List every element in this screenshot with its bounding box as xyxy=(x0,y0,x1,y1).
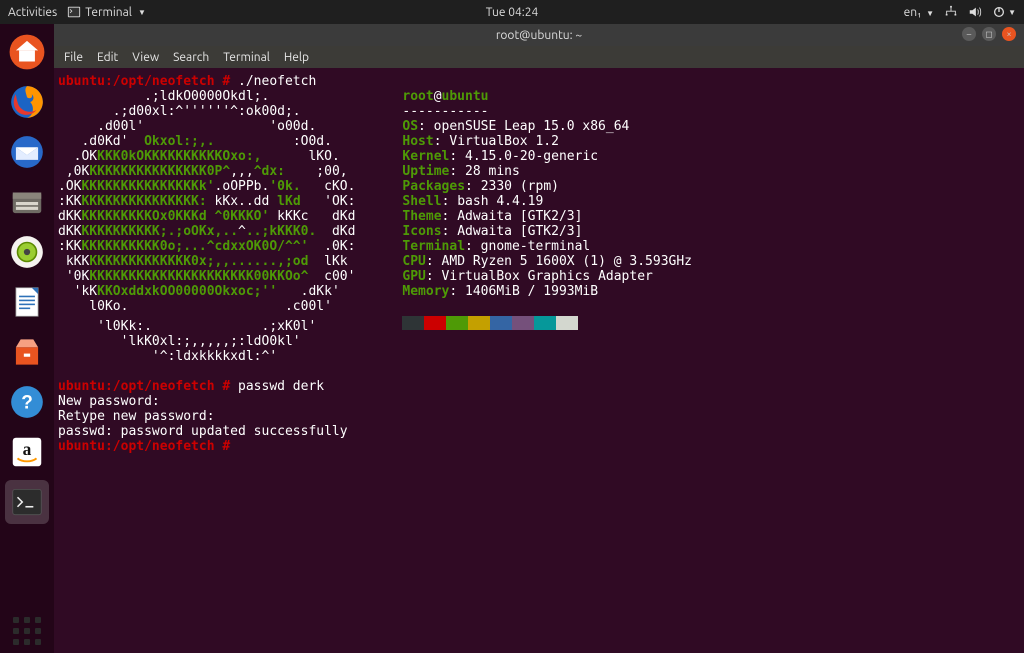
volume-icon[interactable] xyxy=(968,5,982,19)
chevron-down-icon: ▼ xyxy=(138,8,146,17)
menu-terminal[interactable]: Terminal xyxy=(223,51,270,64)
terminal-content[interactable]: ubuntu:/opt/neofetch # ./neofetch .;ldkO… xyxy=(54,68,1024,460)
chevron-down-icon: ▼ xyxy=(1008,8,1016,17)
dock-item-nautilus-home[interactable] xyxy=(5,30,49,74)
terminal-icon xyxy=(67,5,81,19)
dock-item-rhythmbox[interactable] xyxy=(5,230,49,274)
dock-item-files[interactable] xyxy=(5,180,49,224)
svg-text:a: a xyxy=(23,439,32,459)
dock-item-amazon[interactable]: a xyxy=(5,430,49,474)
menubar: File Edit View Search Terminal Help xyxy=(54,46,1024,68)
input-source-indicator[interactable]: en₁ ▼ xyxy=(904,6,934,19)
show-applications-button[interactable] xyxy=(5,609,49,653)
window-close-button[interactable]: × xyxy=(1002,27,1016,41)
menu-search[interactable]: Search xyxy=(173,51,209,64)
clock[interactable]: Tue 04:24 xyxy=(486,6,539,19)
dock-item-software[interactable] xyxy=(5,330,49,374)
window-maximize-button[interactable]: ◻ xyxy=(982,27,996,41)
menu-file[interactable]: File xyxy=(64,51,83,64)
activities-button[interactable]: Activities xyxy=(8,6,57,19)
chevron-down-icon: ▼ xyxy=(926,9,934,18)
menu-edit[interactable]: Edit xyxy=(97,51,118,64)
window-title: root@ubuntu: ~ xyxy=(496,29,582,42)
window-titlebar[interactable]: root@ubuntu: ~ – ◻ × xyxy=(54,24,1024,46)
menu-view[interactable]: View xyxy=(132,51,159,64)
dock-item-help[interactable]: ? xyxy=(5,380,49,424)
app-menu-label: Terminal xyxy=(85,6,132,19)
network-icon[interactable] xyxy=(944,5,958,19)
dock-item-libreoffice-writer[interactable] xyxy=(5,280,49,324)
svg-text:?: ? xyxy=(21,392,33,413)
dock: ? a xyxy=(0,24,54,653)
dock-item-thunderbird[interactable] xyxy=(5,130,49,174)
app-menu[interactable]: Terminal ▼ xyxy=(67,5,146,19)
terminal-window: root@ubuntu: ~ – ◻ × File Edit View Sear… xyxy=(54,24,1024,653)
dock-item-firefox[interactable] xyxy=(5,80,49,124)
window-minimize-button[interactable]: – xyxy=(962,27,976,41)
power-icon[interactable]: ▼ xyxy=(992,5,1016,19)
dock-item-terminal[interactable] xyxy=(5,480,49,524)
menu-help[interactable]: Help xyxy=(284,51,309,64)
gnome-top-bar: Activities Terminal ▼ Tue 04:24 en₁ ▼ ▼ xyxy=(0,0,1024,24)
